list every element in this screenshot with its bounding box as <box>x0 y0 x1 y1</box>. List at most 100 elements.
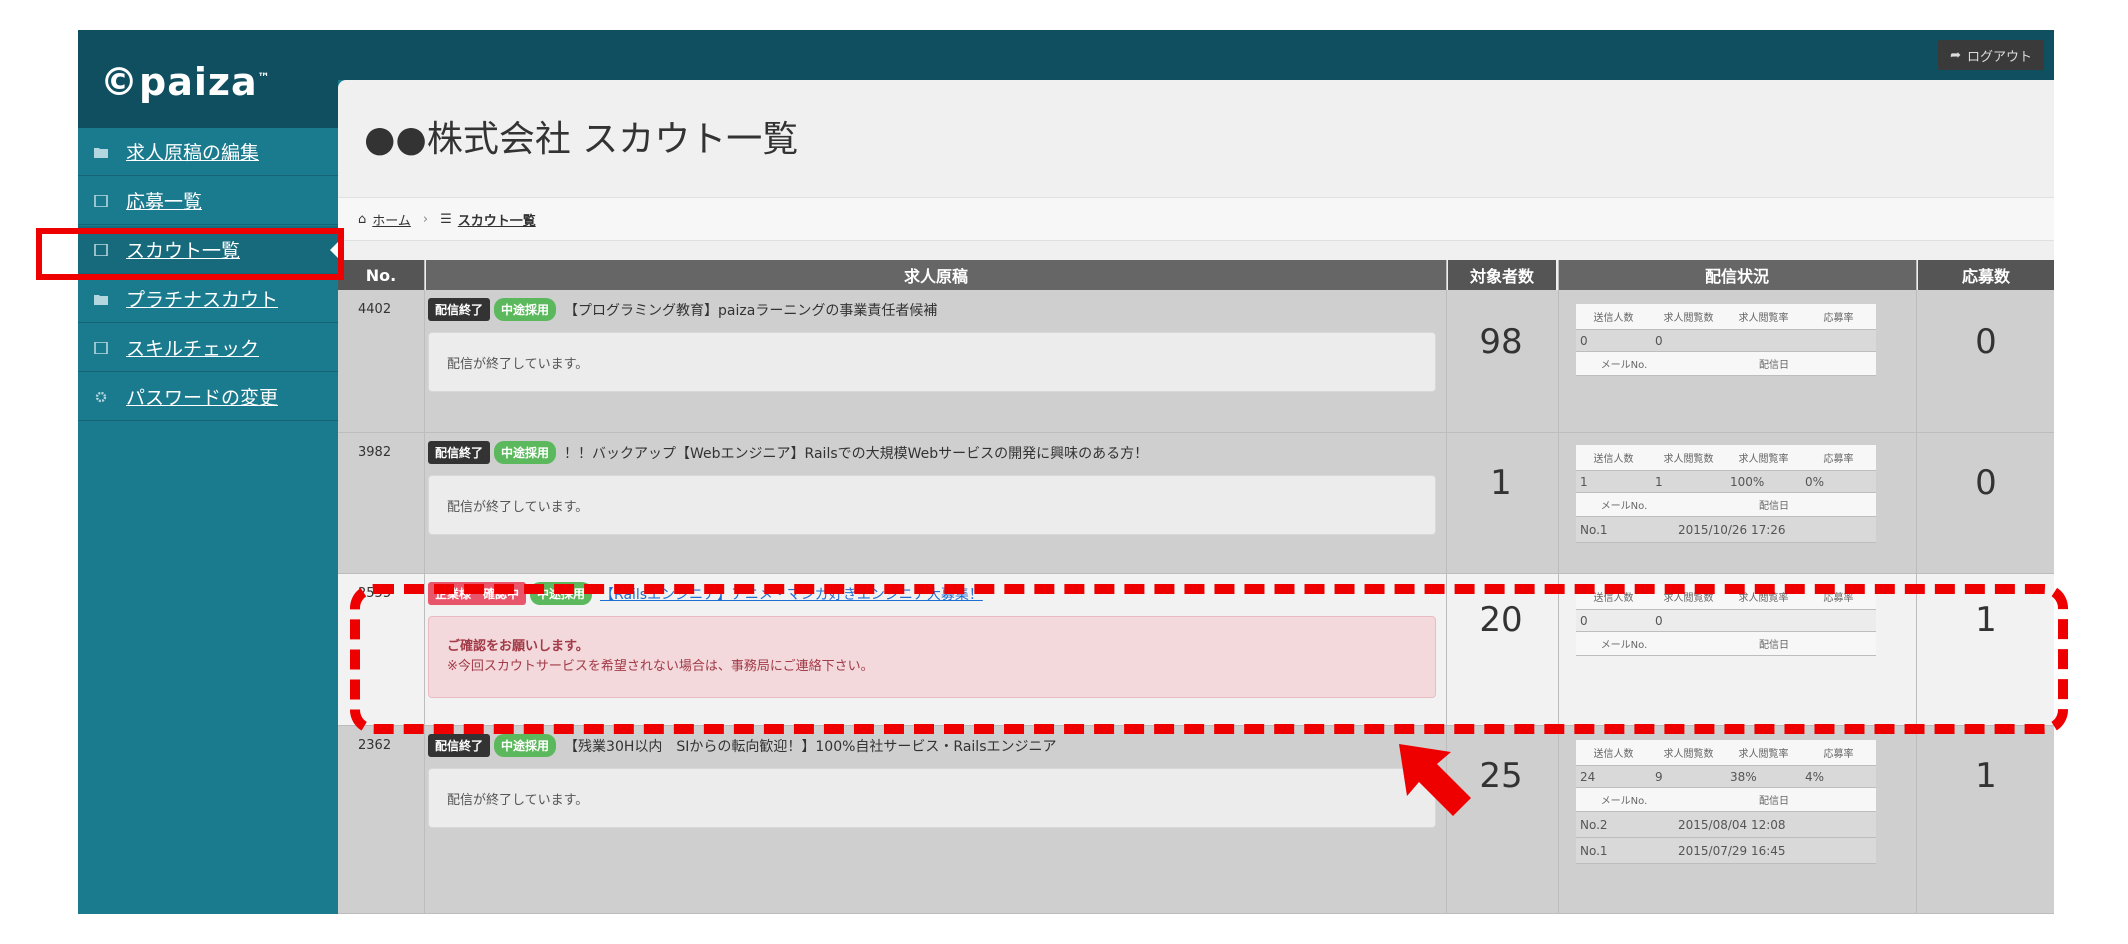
row-title-line: 配信終了 中途採用 ！！バックアップ【Webエンジニア】Railsでの大規模We… <box>428 441 1148 464</box>
top-bar: ➦ ログアウト <box>338 30 2054 80</box>
stat-value: 1 <box>1655 474 1663 489</box>
delivery-date: 2015/08/04 12:08 <box>1678 817 1786 832</box>
logout-button[interactable]: ➦ ログアウト <box>1938 40 2044 70</box>
breadcrumb-separator: › <box>422 211 429 227</box>
stats-header: 送信人数 求人閲覧数 求人閲覧率 応募率 <box>1576 740 1876 766</box>
stat-value: 0% <box>1805 474 1825 489</box>
status-message: 配信が終了しています。 <box>428 332 1436 392</box>
application-count: 0 <box>1975 322 1997 362</box>
header-targets: 対象者数 <box>1448 260 1556 290</box>
list-icon: ☰ <box>440 211 452 227</box>
pointer-arrow-icon <box>1399 744 1471 816</box>
row-title-line: 配信終了 中途採用 【プログラミング教育】paizaラーニングの事業責任者候補 <box>428 298 937 321</box>
table-row: 4402 配信終了 中途採用 【プログラミング教育】paizaラーニングの事業責… <box>338 290 2054 433</box>
mail-no: No.1 <box>1580 522 1608 537</box>
breadcrumb: ⌂ ホーム › ☰ スカウト一覧 <box>338 197 2054 241</box>
mail-no-header: メールNo. <box>1600 796 1648 807</box>
share-arrow-icon: ➦ <box>1950 47 1961 63</box>
sidebar-item-label: パスワードの変更 <box>126 387 279 409</box>
stat-header: 求人閲覧数 <box>1663 313 1714 324</box>
job-title: 【プログラミング教育】paizaラーニングの事業責任者候補 <box>564 302 938 319</box>
type-badge: 中途採用 <box>494 441 557 464</box>
date-header: 配信日 <box>1759 501 1789 512</box>
stat-header: 求人閲覧率 <box>1738 454 1789 465</box>
history-row: No.1 2015/10/26 17:26 <box>1576 517 1876 543</box>
application-count: 1 <box>1975 756 1997 796</box>
stat-header: 応募率 <box>1823 313 1854 324</box>
logo-band: ©paiza™ <box>78 30 338 128</box>
delivery-stats: 送信人数 求人閲覧数 求人閲覧率 応募率 0 0 メールNo. 配信日 <box>1576 304 1876 376</box>
stat-header: 応募率 <box>1823 454 1854 465</box>
header-applications: 応募数 <box>1918 260 2054 290</box>
list-icon <box>94 194 108 207</box>
stats-header: 送信人数 求人閲覧数 求人閲覧率 応募率 <box>1576 445 1876 471</box>
sidebar-item-job-edit[interactable]: 求人原稿の編集 <box>78 128 338 176</box>
date-header: 配信日 <box>1759 360 1789 371</box>
history-header: メールNo. 配信日 <box>1576 493 1876 517</box>
table-row: 2362 配信終了 中途採用 【残業30H以内 SIからの転向歓迎！】100%自… <box>338 726 2054 914</box>
application-count: 0 <box>1975 463 1997 503</box>
logout-label: ログアウト <box>1966 49 2032 65</box>
stat-header: 送信人数 <box>1593 454 1634 465</box>
status-badge: 配信終了 <box>428 298 491 321</box>
sidebar-item-label: 求人原稿の編集 <box>126 142 260 164</box>
paiza-logo[interactable]: ©paiza™ <box>100 60 271 104</box>
mail-no-header: メールNo. <box>1600 501 1648 512</box>
stat-value: 4% <box>1805 769 1825 784</box>
stat-header: 求人閲覧率 <box>1738 749 1789 760</box>
app-window: ©paiza™ 求人原稿の編集 応募一覧 スカウト一覧 プラチナスカウト スキル… <box>78 30 2054 914</box>
stat-value: 9 <box>1655 769 1663 784</box>
sidebar-item-label: 応募一覧 <box>126 191 203 213</box>
gear-icon <box>95 391 107 402</box>
stats-values: 1 1 100% 0% <box>1576 471 1876 493</box>
sidebar-item-label: スキルチェック <box>126 338 260 360</box>
folder-icon <box>94 147 108 158</box>
history-header: メールNo. 配信日 <box>1576 352 1876 376</box>
main-content: ●●株式会社 スカウト一覧 ⌂ ホーム › ☰ スカウト一覧 No. 求人原稿 … <box>338 80 2054 914</box>
history-row: No.2 2015/08/04 12:08 <box>1576 812 1876 838</box>
type-badge: 中途採用 <box>494 298 557 321</box>
stats-values: 0 0 <box>1576 330 1876 352</box>
highlight-dashed-row <box>350 584 2068 734</box>
history-row: No.1 2015/07/29 16:45 <box>1576 838 1876 864</box>
home-icon: ⌂ <box>358 211 367 227</box>
sidebar-item-change-password[interactable]: パスワードの変更 <box>78 373 338 421</box>
stat-value: 1 <box>1580 474 1588 489</box>
row-no: 2362 <box>358 738 392 753</box>
target-count: 98 <box>1479 322 1523 362</box>
stat-header: 求人閲覧率 <box>1738 313 1789 324</box>
job-title: 【残業30H以内 SIからの転向歓迎！】100%自社サービス・Railsエンジニ… <box>564 738 1057 755</box>
mail-no: No.2 <box>1580 817 1608 832</box>
delivery-date: 2015/10/26 17:26 <box>1678 522 1786 537</box>
job-title: ！！バックアップ【Webエンジニア】Railsでの大規模Webサービスの開発に興… <box>564 445 1149 462</box>
status-message: 配信が終了しています。 <box>428 475 1436 535</box>
sidebar-item-platinum-scout[interactable]: プラチナスカウト <box>78 275 338 323</box>
table-row: 3982 配信終了 中途採用 ！！バックアップ【Webエンジニア】Railsでの… <box>338 433 2054 574</box>
type-badge: 中途採用 <box>494 734 557 757</box>
sidebar-item-skill-check[interactable]: スキルチェック <box>78 324 338 372</box>
stat-header: 送信人数 <box>1593 749 1634 760</box>
stat-value: 100% <box>1730 474 1765 489</box>
sidebar-item-label: プラチナスカウト <box>126 289 279 311</box>
list-icon <box>94 341 108 354</box>
breadcrumb-home-link[interactable]: ホーム <box>372 210 411 229</box>
sidebar-item-applications[interactable]: 応募一覧 <box>78 177 338 225</box>
mail-no: No.1 <box>1580 843 1608 858</box>
row-no: 3982 <box>358 445 392 460</box>
stat-header: 送信人数 <box>1593 313 1634 324</box>
stats-values: 24 9 38% 4% <box>1576 766 1876 788</box>
stat-header: 応募率 <box>1823 749 1854 760</box>
mail-no-header: メールNo. <box>1600 360 1648 371</box>
date-header: 配信日 <box>1759 796 1789 807</box>
status-badge: 配信終了 <box>428 734 491 757</box>
header-job: 求人原稿 <box>426 260 1446 290</box>
delivery-date: 2015/07/29 16:45 <box>1678 843 1786 858</box>
row-no: 4402 <box>358 302 392 317</box>
status-badge: 配信終了 <box>428 441 491 464</box>
status-message: 配信が終了しています。 <box>428 768 1436 828</box>
stat-header: 求人閲覧数 <box>1663 749 1714 760</box>
breadcrumb-current-link[interactable]: スカウト一覧 <box>458 210 536 229</box>
stat-value: 38% <box>1730 769 1757 784</box>
row-title-line: 配信終了 中途採用 【残業30H以内 SIからの転向歓迎！】100%自社サービス… <box>428 734 1056 757</box>
highlight-box-scouts <box>36 228 344 280</box>
